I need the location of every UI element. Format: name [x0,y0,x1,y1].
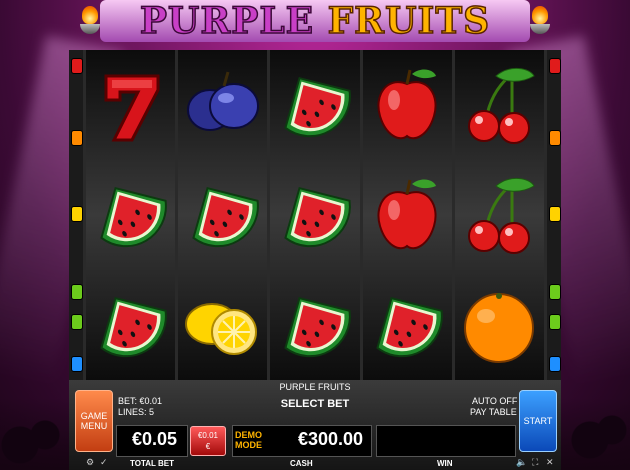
watermelon-symbol [88,172,174,258]
start-label: START [523,416,553,426]
sound-icon[interactable]: 🔈 [516,457,527,468]
game-menu-label: GAME [80,411,108,421]
coin-currency: € [205,442,211,451]
torch-icon [530,6,550,38]
reel-4 [362,50,452,380]
cherries-symbol [456,172,542,258]
reel-1 [86,50,176,380]
reel-3 [270,50,360,380]
game-menu-button[interactable]: GAME MENU [75,390,113,452]
lemon-symbol [180,282,266,368]
game-title-label: PURPLE FRUITS [279,382,351,392]
torch-icon [80,6,100,38]
payline-indicator [71,206,83,222]
watermelon-symbol [272,282,358,368]
cash-label: CASH [290,459,313,468]
total-bet-value: €0.05 [132,429,178,449]
reels [86,50,545,380]
watermelon-symbol [272,172,358,258]
logo-word-fruits: FRUITS [327,0,491,43]
win-label: WIN [437,459,453,468]
watermelon-symbol [180,172,266,258]
game-logo: PURPLE FRUITS [100,0,530,43]
payline-indicator [549,284,561,300]
pay-table-button[interactable]: PAY TABLE [470,407,517,417]
payline-indicator [549,206,561,222]
cherries-symbol [456,62,542,148]
reel-2 [178,50,268,380]
payline-indicator [549,58,561,74]
payline-indicator [549,130,561,146]
total-bet-label: TOTAL BET [130,459,174,468]
fullscreen-icon[interactable]: ⛶ [532,457,538,468]
payline-indicator [71,58,83,74]
orange-symbol [456,282,542,368]
payline-indicator [71,284,83,300]
quick-spin-icon[interactable]: ✓ [100,457,108,468]
payline-indicator [549,314,561,330]
demo-mode-label: DEMO MODE [235,430,262,450]
payline-indicator [549,356,561,372]
payline-indicator [71,356,83,372]
coin-value-button[interactable]: €0.01 € [190,426,226,456]
payline-indicators-right [547,50,561,380]
coin-value: €0.01 [197,431,219,440]
auto-play-toggle[interactable]: AUTO OFF [472,396,517,406]
logo-word-purple: PURPLE [139,0,315,43]
watermelon-symbol [88,282,174,368]
payline-indicator [71,130,83,146]
reel-5 [454,50,545,380]
close-icon[interactable]: ✕ [546,457,554,468]
watermelon-symbol [364,282,450,368]
settings-icon[interactable]: ⚙ [86,457,94,468]
start-button[interactable]: START [519,390,557,452]
seven-symbol [88,62,174,148]
game-menu-label: MENU [80,421,108,431]
win-box [376,425,516,457]
plum-symbol [180,62,266,148]
apple-symbol [364,172,450,258]
apple-symbol [364,62,450,148]
payline-indicator [71,314,83,330]
cash-value: €300.00 [298,429,364,449]
watermelon-symbol [272,62,358,148]
payline-indicators-left [69,50,83,380]
